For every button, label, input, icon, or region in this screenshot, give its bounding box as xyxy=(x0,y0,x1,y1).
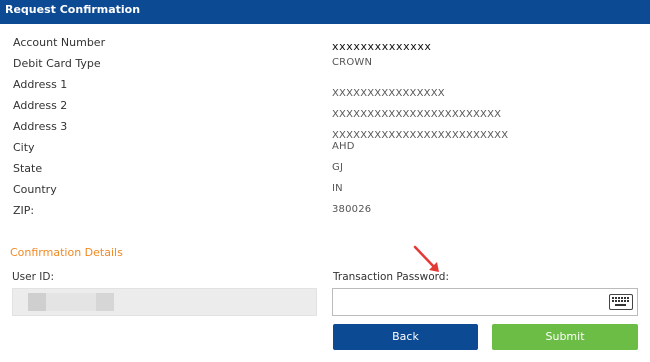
detail-label: City xyxy=(13,141,35,154)
detail-label: Account Number xyxy=(13,36,106,49)
detail-row-debit-card-type: Debit Card Type CROWN xyxy=(0,55,650,76)
detail-label: ZIP: xyxy=(13,204,35,217)
detail-value: AHD xyxy=(332,141,355,152)
request-details: Account Number xxxxxxxxxxxxxx Debit Card… xyxy=(0,34,650,223)
detail-value: IN xyxy=(332,183,343,194)
page-header: Request Confirmation xyxy=(0,0,650,24)
detail-label: Debit Card Type xyxy=(13,57,101,70)
detail-row-city: City AHD xyxy=(0,139,650,160)
back-button[interactable]: Back xyxy=(333,324,478,350)
user-id-label: User ID: xyxy=(12,271,54,283)
masked-user-id xyxy=(96,293,114,311)
masked-user-id xyxy=(28,293,46,311)
masked-user-id xyxy=(46,293,96,311)
submit-button[interactable]: Submit xyxy=(492,324,638,350)
transaction-password-input[interactable] xyxy=(332,288,638,316)
detail-label: Country xyxy=(13,183,57,196)
detail-row-address-2: Address 2 XXXXXXXXXXXXXXXXXXXXXXXX xyxy=(0,97,650,120)
detail-label: State xyxy=(13,162,43,175)
detail-row-account-number: Account Number xxxxxxxxxxxxxx xyxy=(0,34,650,55)
confirmation-details-heading: Confirmation Details xyxy=(10,246,123,259)
detail-row-zip: ZIP: 380026 xyxy=(0,202,650,223)
detail-value: GJ xyxy=(332,162,344,173)
virtual-keyboard-icon[interactable] xyxy=(609,294,633,310)
detail-row-address-1: Address 1 XXXXXXXXXXXXXXXX xyxy=(0,76,650,99)
detail-label: Address 1 xyxy=(13,78,68,91)
detail-label: Address 3 xyxy=(13,120,68,133)
detail-value: xxxxxxxxxxxxxx xyxy=(332,40,432,53)
detail-label: Address 2 xyxy=(13,99,68,112)
detail-row-address-3: Address 3 XXXXXXXXXXXXXXXXXXXXXXXXX xyxy=(0,118,650,141)
user-id-field xyxy=(12,288,317,316)
detail-value: CROWN xyxy=(332,57,373,68)
annotation-arrow-icon xyxy=(413,245,439,272)
detail-value: 380026 xyxy=(332,204,372,215)
page-title: Request Confirmation xyxy=(5,3,141,16)
detail-row-state: State GJ xyxy=(0,160,650,181)
detail-row-country: Country IN xyxy=(0,181,650,202)
